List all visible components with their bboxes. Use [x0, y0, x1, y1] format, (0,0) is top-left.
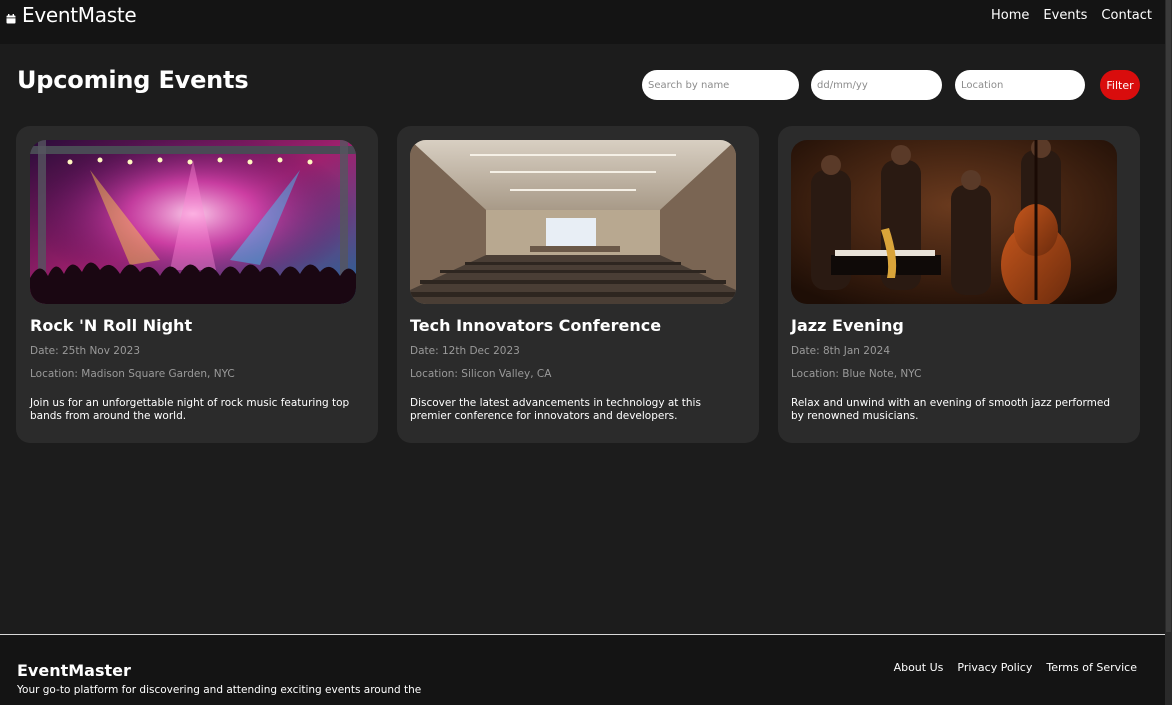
event-title[interactable]: Jazz Evening [791, 316, 904, 335]
location-input[interactable] [955, 70, 1085, 100]
event-card[interactable]: Jazz Evening Date: 8th Jan 2024 Location… [778, 126, 1140, 443]
event-description: Relax and unwind with an evening of smoo… [791, 397, 1111, 422]
footer-about-link[interactable]: About Us [894, 661, 944, 674]
event-card[interactable]: Rock 'N Roll Night Date: 25th Nov 2023 L… [16, 126, 378, 443]
event-date: Date: 8th Jan 2024 [791, 345, 891, 357]
footer-brand: EventMaster [17, 661, 131, 680]
date-input[interactable] [811, 70, 942, 100]
brand-logo[interactable]: EventMaste [6, 3, 137, 27]
calendar-icon [6, 14, 16, 24]
event-location: Location: Madison Square Garden, NYC [30, 368, 235, 380]
footer-privacy-link[interactable]: Privacy Policy [957, 661, 1032, 674]
jazz-band-image [791, 140, 1117, 304]
event-image-conference[interactable] [410, 140, 736, 304]
filter-button[interactable]: Filter [1100, 70, 1140, 100]
concert-stage-image [30, 140, 356, 304]
search-name-input[interactable] [642, 70, 799, 100]
scrollbar-thumb[interactable] [1166, 0, 1171, 632]
footer-links: About Us Privacy Policy Terms of Service [894, 661, 1137, 674]
event-title[interactable]: Tech Innovators Conference [410, 316, 661, 335]
event-date: Date: 12th Dec 2023 [410, 345, 520, 357]
top-nav-bar: EventMaste Home Events Contact [0, 0, 1165, 44]
event-description: Discover the latest advancements in tech… [410, 397, 701, 422]
conference-hall-image [410, 140, 736, 304]
event-location: Location: Blue Note, NYC [791, 368, 922, 380]
footer: EventMaster Your go-to platform for disc… [0, 634, 1165, 705]
nav-events-link[interactable]: Events [1043, 8, 1087, 23]
event-date: Date: 25th Nov 2023 [30, 345, 140, 357]
filter-bar: Filter [0, 70, 1165, 100]
footer-terms-link[interactable]: Terms of Service [1046, 661, 1137, 674]
event-location: Location: Silicon Valley, CA [410, 368, 552, 380]
event-card[interactable]: Tech Innovators Conference Date: 12th De… [397, 126, 759, 443]
page: EventMaste Home Events Contact Upcoming … [0, 0, 1172, 705]
nav-contact-link[interactable]: Contact [1101, 8, 1152, 23]
main-nav: Home Events Contact [991, 8, 1152, 23]
event-image-concert[interactable] [30, 140, 356, 304]
event-image-jazz[interactable] [791, 140, 1117, 304]
footer-tagline: Your go-to platform for discovering and … [17, 684, 422, 696]
scrollbar[interactable] [1165, 0, 1172, 705]
brand-name: EventMaste [22, 3, 137, 27]
event-title[interactable]: Rock 'N Roll Night [30, 316, 192, 335]
event-description: Join us for an unforgettable night of ro… [30, 397, 350, 422]
nav-home-link[interactable]: Home [991, 8, 1029, 23]
